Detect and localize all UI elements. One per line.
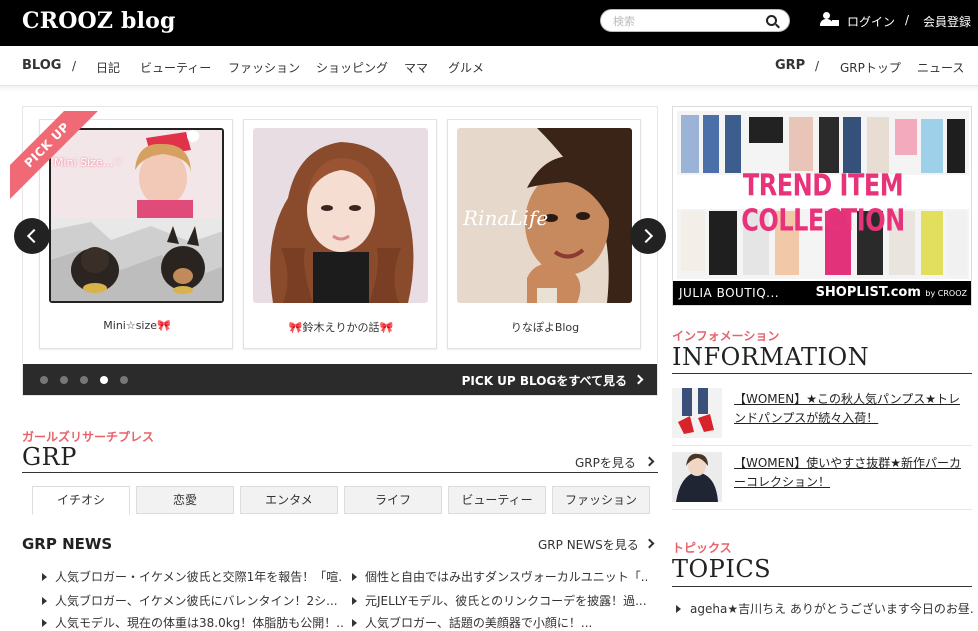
carousel-dot[interactable] bbox=[120, 376, 128, 384]
tab-life[interactable]: ライフ bbox=[344, 486, 442, 514]
carousel-dot[interactable] bbox=[60, 376, 68, 384]
grp-more-link[interactable]: GRPを見る bbox=[575, 454, 636, 471]
thumb-overlay-text: RinaLife bbox=[463, 206, 549, 230]
grp-news-more-link[interactable]: GRP NEWSを見る bbox=[538, 536, 639, 553]
ad-title: TREND ITEM COLLECTION bbox=[741, 168, 905, 238]
information-item[interactable]: 【WOMEN】使いやすさ抜群★新作パーカーコレクション！ bbox=[672, 448, 972, 510]
topics-section-label: トピックス bbox=[672, 541, 732, 555]
ad-footer-small: by CROOZ bbox=[925, 289, 967, 298]
chevron-right-icon[interactable] bbox=[644, 538, 655, 549]
grp-tabs: イチオシ 恋愛 エンタメ ライフ ビューティー ファッション bbox=[22, 486, 658, 515]
carousel-dot[interactable] bbox=[80, 376, 88, 384]
user-lock-icon bbox=[820, 12, 840, 28]
nav-item-mama[interactable]: ママ bbox=[404, 59, 428, 76]
pickup-ribbon: PICK UP bbox=[10, 111, 100, 201]
nav-item-beauty[interactable]: ビューティー bbox=[140, 59, 211, 76]
carousel-dot-active[interactable] bbox=[100, 376, 108, 384]
bullet-icon bbox=[352, 597, 357, 605]
pickup-see-all-link[interactable]: PICK UP BLOGをすべて見る bbox=[462, 372, 627, 389]
news-item[interactable]: 人気モデル、現在の体重は38.0kg！体脂肪も公開！... bbox=[55, 614, 343, 631]
nav-blog[interactable]: BLOG bbox=[22, 58, 61, 73]
bullet-icon bbox=[352, 619, 357, 627]
pickup-carousel: Mini Size...♡ Mini☆size🎀 🎀鈴木えりかの話🎀 RinaL… bbox=[22, 106, 658, 396]
carousel-prev-button[interactable] bbox=[14, 218, 50, 254]
header-separator: / bbox=[905, 13, 910, 27]
information-section-label: インフォメーション bbox=[672, 329, 780, 343]
search-box[interactable] bbox=[600, 9, 790, 32]
bullet-icon bbox=[352, 573, 357, 581]
nav-shadow bbox=[0, 86, 978, 92]
news-item[interactable]: 元JELLYモデル、彼氏とのリンクコーデを披露！過... bbox=[365, 592, 647, 609]
news-item[interactable]: 個性と自由ではみ出すダンスヴォーカルユニット「... bbox=[365, 568, 647, 585]
tab-beauty[interactable]: ビューティー bbox=[448, 486, 546, 514]
blog-name[interactable]: 🎀鈴木えりかの話🎀 bbox=[244, 319, 438, 335]
information-item-text[interactable]: 【WOMEN】使いやすさ抜群★新作パーカーコレクション！ bbox=[734, 454, 970, 492]
topic-item[interactable]: ageha★吉川ちえ ありがとうございます今日のお昼... bbox=[690, 600, 975, 617]
news-item[interactable]: 人気ブロガー、イケメン彼氏にバレンタイン！2シ... bbox=[55, 592, 343, 609]
info-thumbnail[interactable] bbox=[672, 452, 722, 502]
ad-footer-shoplist: SHOPLIST.com by CROOZ bbox=[815, 285, 967, 300]
nav-separator: / bbox=[815, 59, 820, 73]
shoplist-ad-banner[interactable]: TREND ITEM COLLECTION JULIA BOUTIQ... SH… bbox=[672, 106, 972, 306]
pickup-ribbon-label: PICK UP bbox=[10, 111, 100, 200]
info-thumbnail[interactable] bbox=[672, 388, 722, 438]
tab-entertainment[interactable]: エンタメ bbox=[240, 486, 338, 514]
bullet-icon bbox=[676, 605, 681, 613]
register-link[interactable]: 会員登録 bbox=[923, 13, 971, 30]
blog-thumbnail[interactable]: RinaLife bbox=[457, 128, 632, 303]
news-item[interactable]: 人気ブロガー、話題の美顔器で小顔に！... bbox=[365, 614, 647, 631]
tab-romance[interactable]: 恋愛 bbox=[136, 486, 234, 514]
nav-item-gourmet[interactable]: グルメ bbox=[448, 59, 484, 76]
site-logo[interactable]: CROOZ blog bbox=[22, 8, 176, 34]
chevron-right-icon[interactable] bbox=[644, 456, 655, 467]
ad-footer: JULIA BOUTIQ... SHOPLIST.com by CROOZ bbox=[673, 281, 971, 305]
topics-title-rule bbox=[672, 586, 972, 587]
nav-item-grp-top[interactable]: GRPトップ bbox=[840, 59, 901, 76]
information-item-text[interactable]: 【WOMEN】★この秋人気パンプス★トレンドパンプスが続々入荷！ bbox=[734, 390, 970, 428]
pickup-card[interactable]: RinaLife りなぽよBlog bbox=[447, 119, 641, 349]
nav-grp[interactable]: GRP bbox=[775, 58, 805, 73]
tab-fashion[interactable]: ファッション bbox=[552, 486, 650, 514]
information-title-rule bbox=[672, 373, 972, 374]
search-icon[interactable] bbox=[766, 15, 777, 26]
grp-section-title: GRP bbox=[22, 443, 77, 471]
bullet-icon bbox=[42, 597, 47, 605]
top-header: CROOZ blog ログイン / 会員登録 bbox=[0, 0, 978, 46]
main-nav: BLOG / 日記 ビューティー ファッション ショッピング ママ グルメ GR… bbox=[0, 46, 978, 86]
login-link[interactable]: ログイン bbox=[847, 13, 895, 30]
grp-news-title: GRP NEWS bbox=[22, 535, 113, 553]
nav-item-news[interactable]: ニュース bbox=[917, 59, 964, 76]
pickup-footer-bar: PICK UP BLOGをすべて見る bbox=[23, 364, 657, 395]
bullet-icon bbox=[42, 573, 47, 581]
ad-footer-brand: JULIA BOUTIQ... bbox=[679, 286, 780, 300]
news-item[interactable]: 人気ブロガー・イケメン彼氏と交際1年を報告！「喧... bbox=[55, 568, 343, 585]
pickup-card[interactable]: 🎀鈴木えりかの話🎀 bbox=[243, 119, 437, 349]
carousel-next-button[interactable] bbox=[630, 218, 666, 254]
nav-item-shopping[interactable]: ショッピング bbox=[316, 59, 388, 76]
information-item[interactable]: 【WOMEN】★この秋人気パンプス★トレンドパンプスが続々入荷！ bbox=[672, 384, 972, 446]
tab-ichioshi[interactable]: イチオシ bbox=[32, 486, 130, 515]
carousel-dot[interactable] bbox=[40, 376, 48, 384]
search-input[interactable] bbox=[613, 13, 753, 29]
information-section-title: INFORMATION bbox=[672, 343, 870, 371]
nav-separator: / bbox=[72, 59, 77, 73]
grp-title-rule bbox=[22, 472, 658, 473]
bullet-icon bbox=[42, 619, 47, 627]
nav-item-diary[interactable]: 日記 bbox=[96, 59, 120, 76]
blog-name[interactable]: りなぽよBlog bbox=[448, 319, 642, 335]
topics-section-title: TOPICS bbox=[672, 555, 772, 583]
chevron-right-icon[interactable] bbox=[633, 374, 644, 385]
nav-item-fashion[interactable]: ファッション bbox=[228, 59, 300, 76]
blog-thumbnail[interactable] bbox=[253, 128, 428, 303]
blog-name[interactable]: Mini☆size🎀 bbox=[40, 319, 234, 332]
